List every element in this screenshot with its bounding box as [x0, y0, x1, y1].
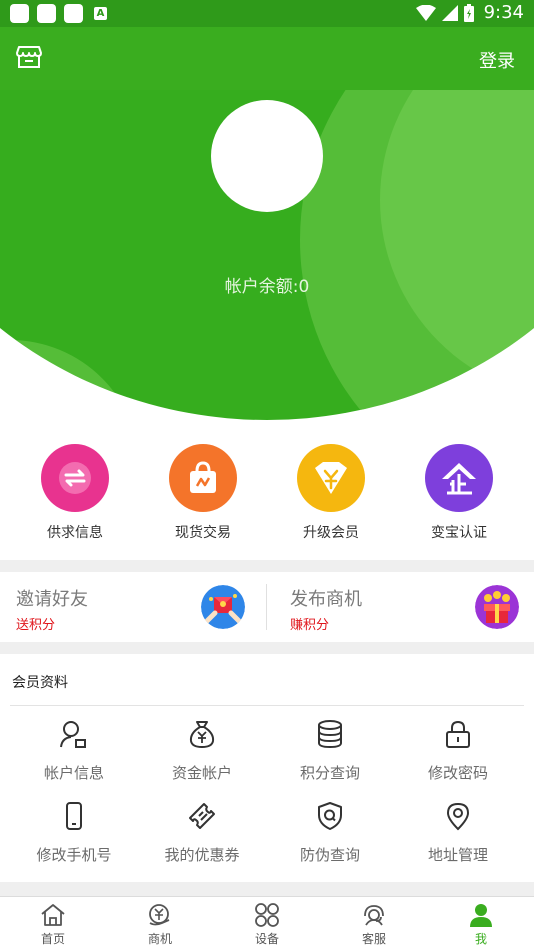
devices-grid-icon [227, 901, 307, 929]
clock: 9:34 [483, 2, 524, 23]
location-pin-icon [394, 800, 522, 832]
avatar[interactable] [211, 100, 323, 212]
section-divider [0, 560, 534, 572]
section-divider [0, 882, 534, 896]
lock-icon [394, 718, 522, 750]
nav-label: 商机 [147, 932, 172, 946]
nav-devices[interactable]: 设备 [227, 901, 307, 947]
wifi-icon [415, 4, 436, 21]
customer-service-icon [334, 901, 414, 929]
enterprise-badge-icon [425, 444, 493, 512]
status-bar: A 9:34 [0, 0, 534, 27]
exchange-arrows-icon [41, 444, 109, 512]
battery-icon [463, 3, 474, 22]
nav-label: 首页 [40, 932, 65, 946]
member-item-label: 地址管理 [427, 846, 488, 864]
quick-upgrade-member[interactable]: 升级会员 [271, 444, 391, 542]
diamond-yuan-icon [297, 444, 365, 512]
quick-label: 变宝认证 [431, 525, 487, 541]
member-item-coupons[interactable]: 我的优惠券 [138, 800, 266, 865]
coin-stack-icon [266, 718, 394, 750]
bottom-nav: 首页 商机 设备 客服 我 [0, 896, 534, 950]
member-item-change-phone[interactable]: 修改手机号 [10, 800, 138, 865]
promo-divider [266, 584, 267, 630]
member-item-label: 我的优惠券 [164, 846, 240, 864]
member-item-label: 修改手机号 [36, 846, 112, 864]
member-item-label: 防伪查询 [299, 846, 360, 864]
promo-title: 发布商机 [290, 589, 362, 610]
promo-row: 邀请好友 送积分 发布商机 赚积分 [0, 572, 534, 642]
notification-icon [37, 4, 56, 23]
store-icon[interactable] [16, 45, 42, 69]
status-notifications: A [10, 4, 107, 23]
nav-business[interactable]: 商机 [120, 901, 200, 947]
member-item-label: 帐户信息 [43, 764, 104, 782]
member-item-label: 资金帐户 [171, 764, 232, 782]
promo-title: 邀请好友 [16, 589, 88, 610]
top-toolbar: 登录 [0, 27, 534, 90]
nav-label: 我 [474, 932, 487, 946]
phone-icon [10, 800, 138, 832]
nav-label: 客服 [361, 932, 386, 946]
account-balance: 帐户余额:0 [224, 277, 310, 297]
nav-customer-service[interactable]: 客服 [334, 901, 414, 947]
section-divider [0, 642, 534, 654]
shopping-bag-icon [169, 444, 237, 512]
member-item-label: 积分查询 [299, 764, 360, 782]
promo-subtitle: 赚积分 [290, 618, 330, 633]
quick-certification[interactable]: 变宝认证 [399, 444, 519, 542]
me-person-icon [441, 901, 521, 929]
member-item-points-query[interactable]: 积分查询 [266, 718, 394, 783]
money-bag-icon [138, 718, 266, 750]
nav-me[interactable]: 我 [441, 901, 521, 947]
business-icon [120, 901, 200, 929]
gift-coins-icon [475, 585, 519, 629]
nav-home[interactable]: 首页 [13, 901, 93, 947]
section-title: 会员资料 [12, 675, 68, 691]
quick-label: 升级会员 [303, 525, 359, 541]
divider [10, 705, 524, 706]
notification-letter-icon: A [94, 7, 107, 20]
account-info-icon [10, 718, 138, 750]
quick-supply-demand[interactable]: 供求信息 [15, 444, 135, 542]
quick-spot-trade[interactable]: 现货交易 [143, 444, 263, 542]
nav-label: 设备 [254, 932, 279, 946]
member-item-change-password[interactable]: 修改密码 [394, 718, 522, 783]
promo-subtitle: 送积分 [16, 618, 56, 633]
coupon-icon [138, 800, 266, 832]
home-icon [13, 901, 93, 929]
quick-label: 现货交易 [175, 525, 231, 541]
profile-header: 帐户余额:0 [0, 90, 534, 426]
login-button[interactable]: 登录 [479, 47, 515, 73]
notification-icon [10, 4, 29, 23]
quick-actions: 供求信息 现货交易 升级会员 变宝认证 [0, 440, 534, 560]
signal-icon [441, 4, 458, 21]
shield-check-icon [266, 800, 394, 832]
publish-business-card[interactable]: 发布商机 赚积分 [274, 572, 534, 642]
status-system: 9:34 [415, 2, 524, 23]
notification-icon [64, 4, 83, 23]
member-profile-section: 会员资料 帐户信息 资金帐户 积分查询 修改密码 修改手机号 我的优惠券 防伪查… [0, 654, 534, 882]
invite-friends-card[interactable]: 邀请好友 送积分 [0, 572, 267, 642]
member-item-anti-counterfeit[interactable]: 防伪查询 [266, 800, 394, 865]
member-item-label: 修改密码 [427, 764, 488, 782]
profile-page: A 9:34 登录 帐户余额:0 供求信息 现货交易 升级会员 变宝认证 邀请好… [0, 0, 534, 950]
quick-label: 供求信息 [47, 525, 103, 541]
invite-friends-icon [201, 585, 245, 629]
member-item-account-info[interactable]: 帐户信息 [10, 718, 138, 783]
member-item-address[interactable]: 地址管理 [394, 800, 522, 865]
member-item-fund-account[interactable]: 资金帐户 [138, 718, 266, 783]
